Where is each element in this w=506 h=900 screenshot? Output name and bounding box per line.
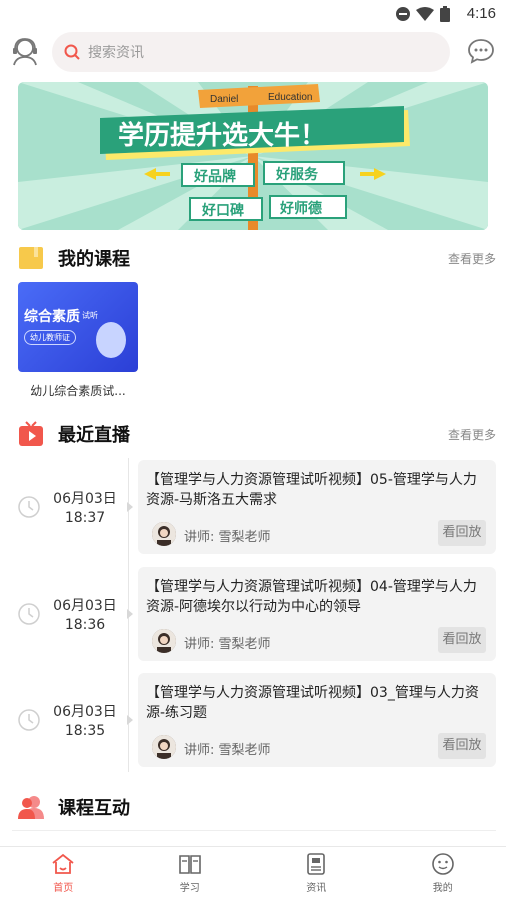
banner-tag: 好口碑 [201, 202, 244, 219]
profile-icon [431, 853, 454, 875]
banner-sign-right: Education [268, 92, 312, 103]
chat-icon [468, 39, 494, 64]
timeline-arrow [127, 502, 133, 512]
header: 搜索资讯 [0, 30, 506, 74]
course-thumbnail: 综合素质 试听 幼儿教师证 [18, 282, 138, 372]
live-card[interactable]: 【管理学与人力资源管理试听视频】03_管理与人力资源-练习题 讲师: 雪梨老师 … [138, 673, 496, 767]
tab-label: 首页 [53, 883, 74, 894]
status-icons [396, 6, 450, 22]
battery-icon [440, 6, 450, 22]
live-title: 【管理学与人力资源管理试听视频】03_管理与人力资源-练习题 [146, 685, 479, 721]
teacher-name: 讲师: 雪梨老师 [184, 530, 271, 545]
live-card[interactable]: 【管理学与人力资源管理试听视频】04-管理学与人力资源-阿德埃尔以行动为中心的领… [138, 567, 496, 661]
banner-headline: 学历提升选大牛！ [118, 120, 326, 151]
course-thumb-illustration [96, 322, 126, 358]
home-icon [52, 853, 74, 874]
wifi-icon [416, 7, 434, 21]
news-icon [307, 853, 326, 875]
teacher-name: 讲师: 雪梨老师 [184, 637, 271, 652]
live-time: 18:37 [64, 510, 106, 526]
live-title: 【管理学与人力资源管理试听视频】05-管理学与人力资源-马斯洛五大需求 [146, 472, 477, 508]
divider [12, 830, 496, 831]
course-card[interactable]: 综合素质 试听 幼儿教师证 幼儿综合素质试... [18, 282, 138, 399]
search-input[interactable]: 搜索资讯 [52, 32, 450, 72]
live-date: 06月03日 [53, 491, 117, 507]
teacher-avatar [152, 735, 176, 759]
course-thumb-badge: 幼儿教师证 [24, 330, 76, 345]
live-item: 06月03日 18:35 【管理学与人力资源管理试听视频】03_管理与人力资源-… [0, 673, 506, 767]
tab-profile[interactable]: 我的 [380, 847, 506, 900]
course-thumb-sub: 试听 [82, 311, 98, 320]
customer-service-button[interactable] [10, 36, 40, 66]
banner-tag: 好品牌 [193, 168, 236, 185]
live-time: 18:35 [64, 723, 106, 739]
live-item: 06月03日 18:37 【管理学与人力资源管理试听视频】05-管理学与人力资源… [0, 460, 506, 554]
teacher-avatar [152, 522, 176, 546]
banner-tag: 好服务 [275, 166, 319, 183]
replay-button[interactable]: 看回放 [438, 520, 486, 546]
tab-label: 资讯 [306, 883, 327, 894]
clock-icon [18, 603, 40, 625]
search-placeholder: 搜索资讯 [88, 45, 144, 61]
teacher-avatar [152, 629, 176, 653]
live-date: 06月03日 [53, 704, 117, 720]
folder-icon [19, 247, 43, 269]
message-button[interactable] [468, 38, 494, 64]
customer-service-icon [13, 38, 37, 66]
dnd-icon [396, 7, 410, 21]
banner-sign-left: Daniel [210, 94, 238, 105]
clock-icon [18, 496, 40, 518]
bottom-tab-bar: 首页 学习 资讯 我的 [0, 846, 506, 900]
recent-live-title: 最近直播 [58, 425, 130, 446]
teacher-name: 讲师: 雪梨老师 [184, 743, 271, 758]
live-title: 【管理学与人力资源管理试听视频】04-管理学与人力资源-阿德埃尔以行动为中心的领… [146, 579, 477, 615]
status-bar: 4:16 [0, 0, 506, 28]
live-item: 06月03日 18:36 【管理学与人力资源管理试听视频】04-管理学与人力资源… [0, 567, 506, 661]
tv-icon [19, 421, 43, 446]
my-courses-header: 我的课程 查看更多 [18, 243, 496, 273]
tab-label: 我的 [432, 883, 453, 894]
promo-banner[interactable]: Daniel Education 学历提升选大牛！ 好品牌 好服务 好口碑 好师… [18, 82, 488, 230]
book-icon [178, 855, 201, 874]
tab-label: 学习 [179, 883, 200, 894]
course-name: 幼儿综合素质试... [30, 384, 126, 398]
banner-art: Daniel Education 学历提升选大牛！ 好品牌 好服务 好口碑 好师… [18, 82, 488, 230]
status-time: 4:16 [466, 5, 496, 22]
tab-study[interactable]: 学习 [127, 847, 254, 900]
course-interaction-title: 课程互动 [58, 798, 130, 819]
search-icon [64, 44, 80, 60]
recent-live-more-link[interactable]: 查看更多 [448, 426, 496, 443]
tab-home[interactable]: 首页 [0, 847, 127, 900]
replay-button[interactable]: 看回放 [438, 733, 486, 759]
recent-live-header: 最近直播 查看更多 [18, 419, 496, 449]
live-card[interactable]: 【管理学与人力资源管理试听视频】05-管理学与人力资源-马斯洛五大需求 讲师: … [138, 460, 496, 554]
banner-tag: 好师德 [279, 200, 322, 217]
replay-button[interactable]: 看回放 [438, 627, 486, 653]
my-courses-title: 我的课程 [58, 249, 130, 270]
tab-news[interactable]: 资讯 [253, 847, 380, 900]
live-time: 18:36 [64, 617, 106, 633]
people-icon [18, 796, 44, 819]
live-date: 06月03日 [53, 598, 117, 614]
clock-icon [18, 709, 40, 731]
course-interaction-header: 课程互动 [18, 792, 496, 822]
timeline-arrow [127, 715, 133, 725]
course-thumb-title: 综合素质 [24, 309, 80, 325]
my-courses-more-link[interactable]: 查看更多 [448, 250, 496, 267]
timeline-arrow [127, 609, 133, 619]
